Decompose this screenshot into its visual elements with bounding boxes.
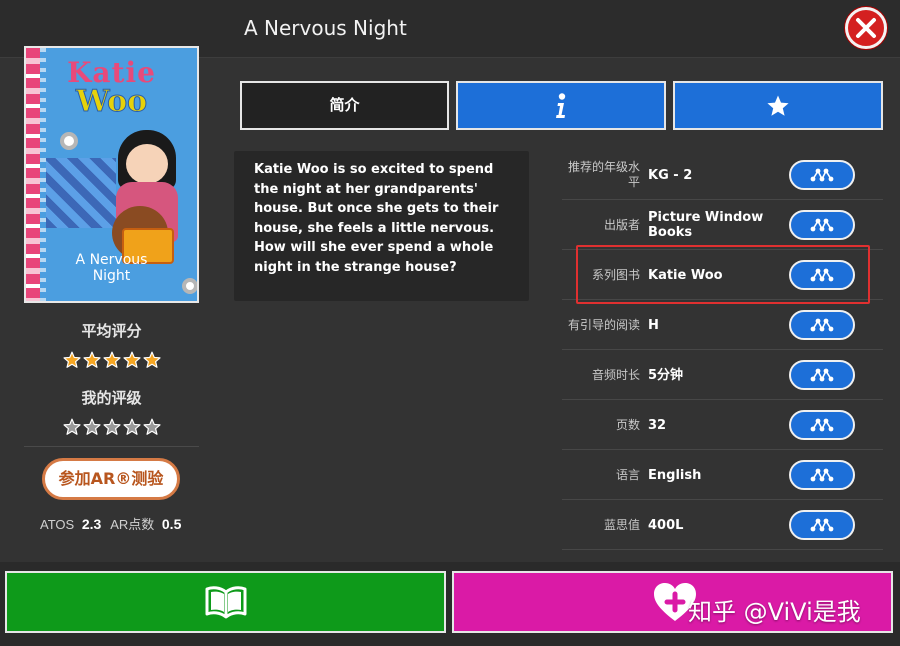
detail-row: 出版者 Picture Window Books (562, 200, 883, 250)
detail-value: 400L (648, 517, 684, 533)
related-books-button[interactable] (789, 410, 855, 440)
open-book-icon (205, 586, 246, 619)
detail-label: 音频时长 (591, 367, 640, 382)
ar-points-label: AR点数 (110, 517, 155, 532)
star-filled-icon (142, 351, 161, 368)
detail-value: H (648, 317, 659, 333)
average-rating-stars (24, 351, 199, 369)
cover-series-title: Woo (75, 84, 148, 120)
average-rating-label: 平均评分 (81, 322, 142, 340)
detail-label: 有引导的阅读 (567, 317, 640, 332)
flower-decoration (60, 132, 78, 150)
star-filled-icon (82, 351, 101, 368)
detail-value: Picture Window Books (648, 210, 764, 240)
atos-info: ATOS 2.3 AR点数 0.5 (40, 514, 181, 533)
related-books-button[interactable] (789, 160, 855, 190)
my-rating-label: 我的评级 (81, 389, 142, 407)
star-empty-icon (62, 418, 81, 435)
atos-label: ATOS (40, 517, 75, 532)
detail-row: 有引导的阅读 H (562, 300, 883, 350)
detail-row: 推荐的年级水平 KG - 2 (562, 150, 883, 200)
read-book-button[interactable] (5, 571, 446, 633)
star-empty-icon (82, 418, 101, 435)
detail-row: 语言 English (562, 450, 883, 500)
info-icon (556, 92, 566, 118)
my-rating-stars[interactable] (24, 418, 199, 436)
detail-value: KG - 2 (648, 167, 693, 183)
related-books-button[interactable] (789, 510, 855, 540)
network-icon (810, 218, 834, 232)
network-icon (810, 418, 834, 432)
ar-points-value: 0.5 (161, 516, 182, 532)
tab-favorite[interactable] (673, 81, 883, 130)
network-icon (810, 368, 834, 382)
star-empty-icon (142, 418, 161, 435)
detail-value: 32 (648, 417, 667, 433)
star-empty-icon (122, 418, 141, 435)
detail-label: 页数 (615, 417, 640, 432)
star-icon (767, 95, 789, 116)
tab-info[interactable] (456, 81, 666, 130)
cover-book-title: A Nervous (75, 252, 148, 268)
network-icon (810, 518, 834, 532)
book-cover: Katie Woo A Nervous Night (24, 46, 199, 303)
detail-row: 页数 32 (562, 400, 883, 450)
detail-row: 音频时长 5分钟 (562, 350, 883, 400)
detail-label: 语言 (615, 467, 640, 482)
series-highlight-box (576, 245, 870, 304)
network-icon (810, 168, 834, 182)
tab-summary[interactable]: 简介 (240, 81, 449, 130)
star-filled-icon (122, 351, 141, 368)
detail-label: 出版者 (603, 217, 640, 232)
book-title: A Nervous Night (244, 16, 407, 40)
detail-value: English (648, 467, 702, 483)
detail-row: 蓝思值 400L (562, 500, 883, 550)
divider (24, 446, 199, 447)
cover-book-title: Night (92, 268, 131, 284)
star-filled-icon (62, 351, 81, 368)
star-filled-icon (102, 351, 121, 368)
related-books-button[interactable] (789, 360, 855, 390)
detail-label: 蓝思值 (603, 517, 640, 532)
watermark: 知乎 @ViVi是我 (688, 598, 861, 626)
atos-value: 2.3 (81, 516, 102, 532)
related-books-button[interactable] (789, 310, 855, 340)
book-detail-modal: A Nervous Night Katie Woo A Nervous Nigh… (0, 0, 900, 646)
close-icon (856, 18, 876, 38)
network-icon (810, 318, 834, 332)
related-books-button[interactable] (789, 460, 855, 490)
related-books-button[interactable] (789, 210, 855, 240)
detail-label: 推荐的年级水平 (567, 160, 640, 189)
take-ar-quiz-button[interactable]: 参加AR®测验 (42, 458, 180, 500)
close-button[interactable] (845, 7, 887, 49)
star-empty-icon (102, 418, 121, 435)
book-description: Katie Woo is so excited to spend the nig… (254, 162, 499, 275)
network-icon (810, 468, 834, 482)
detail-value: 5分钟 (648, 367, 684, 383)
